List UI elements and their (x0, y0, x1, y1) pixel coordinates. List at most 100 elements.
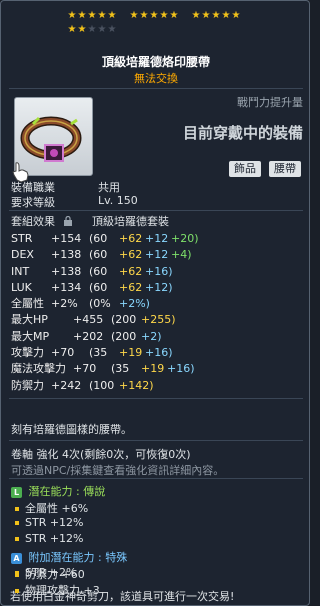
star-icon: ★ (97, 10, 107, 21)
stat-row: 攻擊力 +70 (35 +19 +16) (11, 345, 199, 361)
stat-enhance: +16) (145, 264, 173, 278)
item-name: 頂級培羅德烙印腰帶 (101, 55, 210, 69)
stat-flame: +19 (119, 346, 143, 360)
scroll-upgrade-info: 卷軸 強化 4次(剩餘0次，可恢復0次) (11, 448, 191, 461)
stat-name: STR (11, 232, 33, 245)
stat-total: +242 (51, 378, 82, 392)
stat-total: +134 (51, 280, 82, 294)
stat-flame: +62 (119, 248, 143, 262)
empty-star-icon: ★ (97, 24, 107, 35)
stat-total: +70 (73, 362, 97, 376)
stat-row: DEX +138 (60 +62 +12 +4) (11, 247, 199, 263)
star-icon: ★ (77, 24, 87, 35)
potential-line-1: 全屬性 +6% (15, 500, 88, 516)
stat-base: (60 (89, 264, 108, 278)
star-icon: ★ (87, 10, 97, 21)
stat-total: +455 (73, 313, 104, 327)
star-icon: ★ (129, 10, 139, 21)
lock-icon (63, 215, 72, 226)
divider (9, 88, 303, 89)
empty-star-icon: ★ (87, 24, 97, 35)
bullet-icon (15, 521, 19, 525)
stat-enhance: +16) (167, 362, 195, 376)
star-icon: ★ (67, 24, 77, 35)
star-icon: ★ (77, 10, 87, 21)
stat-name: LUK (11, 280, 32, 294)
additional-line-2: 防禦力 +60 (15, 566, 85, 582)
potential-line-2: STR +12% (15, 516, 84, 529)
tag-category: 飾品 (229, 161, 261, 177)
star-group: ★ ★ ★ ★ ★ (67, 9, 117, 23)
star-force-rating: ★ ★ ★ ★ ★ ★ ★ ★ ★ ★ ★ ★ ★ ★ ★ ★ ★ ★ ★ ★ (67, 9, 247, 37)
stat-base: (200 (111, 313, 137, 327)
star-icon: ★ (231, 10, 241, 21)
star-row-2: ★ ★ ★ ★ ★ (67, 23, 247, 37)
divider (9, 478, 303, 479)
stat-row: STR +154 (60 +62 +12 +20) (11, 231, 199, 247)
divider (9, 440, 303, 441)
stat-total: +70 (51, 346, 75, 360)
set-effect-row: 套組效果 頂級培羅德套裝 (11, 213, 169, 229)
stat-flame: +62 (119, 280, 143, 294)
additional-potential-header: A 附加潛在能力 : 特殊 (11, 549, 127, 565)
stat-total: +2% (51, 297, 78, 311)
stat-flame: +62 (119, 264, 143, 278)
star-icon: ★ (107, 10, 117, 21)
tag-subcategory: 腰帶 (269, 161, 301, 177)
stat-enhance: +12 (145, 248, 169, 262)
stat-total: +138 (51, 264, 82, 278)
set-effect-name: 頂級培羅德套裝 (92, 215, 169, 228)
item-description: 刻有培羅德圖樣的腰帶。 (11, 423, 132, 436)
combat-power-label: 戰鬥力提升量 (237, 96, 303, 109)
star-group: ★ ★ ★ ★ ★ (67, 23, 117, 37)
stat-flame: +62 (119, 232, 143, 245)
stat-enhance: +16) (145, 346, 173, 360)
req-job-value: 共用 (98, 181, 120, 194)
empty-star-icon: ★ (107, 24, 117, 35)
bullet-icon (15, 537, 19, 541)
stat-base: (35 (111, 362, 130, 376)
stat-flame: +142) (119, 378, 154, 392)
stat-base: (60 (89, 280, 108, 294)
star-row-1: ★ ★ ★ ★ ★ ★ ★ ★ ★ ★ ★ ★ ★ ★ ★ (67, 9, 247, 23)
star-icon: ★ (139, 10, 149, 21)
stat-list: STR +154 (60 +62 +12 +20) DEX +138 (60 +62 +12 +4) I… (11, 231, 199, 394)
star-icon: ★ (149, 10, 159, 21)
stat-name: 全屬性 (11, 297, 44, 311)
potential-grade-icon: L (11, 486, 22, 498)
bullet-icon (15, 507, 19, 511)
stat-enhance: +2) (141, 329, 162, 343)
star-icon: ★ (191, 10, 201, 21)
item-tooltip: ★ ★ ★ ★ ★ ★ ★ ★ ★ ★ ★ ★ ★ ★ ★ ★ ★ ★ ★ ★ 頂級培羅德烙印腰帶 無法交換 戰鬥力… (0, 0, 310, 606)
stat-starforce: +20) (171, 232, 199, 245)
additional-line-3: 物理攻擊力 +3 (15, 582, 100, 598)
stat-total: +138 (51, 248, 82, 262)
potential-line-3: STR +12% (15, 532, 84, 545)
star-icon: ★ (221, 10, 231, 21)
stat-row: 全屬性 +2% (0% +2%) (11, 296, 199, 312)
stat-base: (200 (111, 329, 137, 343)
star-icon: ★ (169, 10, 179, 21)
req-level-value: Lv. 150 (98, 194, 138, 207)
stat-row: 最大HP +455 (200 +255) (11, 312, 199, 328)
potential-title: 潛在能力 : 傳說 (28, 485, 106, 498)
stat-name: 防禦力 (11, 378, 44, 392)
stat-base: (0% (89, 297, 111, 311)
star-group: ★ ★ ★ ★ ★ (191, 9, 241, 23)
stat-name: 最大MP (11, 329, 50, 343)
req-level-label: 要求等級 (11, 196, 55, 209)
bullet-icon (15, 573, 19, 577)
set-effect-label: 套組效果 (11, 215, 55, 228)
stat-base: (100 (89, 378, 115, 392)
stat-flame: +255) (141, 313, 176, 327)
star-icon: ★ (67, 10, 77, 21)
enhancement-hint: 可透過NPC/採集鍵查看強化資訊詳細內容。 (11, 464, 225, 477)
stat-total: +154 (51, 232, 82, 245)
stat-row: 魔法攻擊力 +70 (35 +19 +16) (11, 361, 199, 377)
stat-enhance: +2%) (119, 297, 150, 311)
stat-name: 攻擊力 (11, 346, 44, 360)
star-group: ★ ★ ★ ★ ★ (129, 9, 179, 23)
stat-enhance: +12) (145, 280, 173, 294)
divider (9, 210, 303, 211)
stat-name: DEX (11, 248, 34, 262)
